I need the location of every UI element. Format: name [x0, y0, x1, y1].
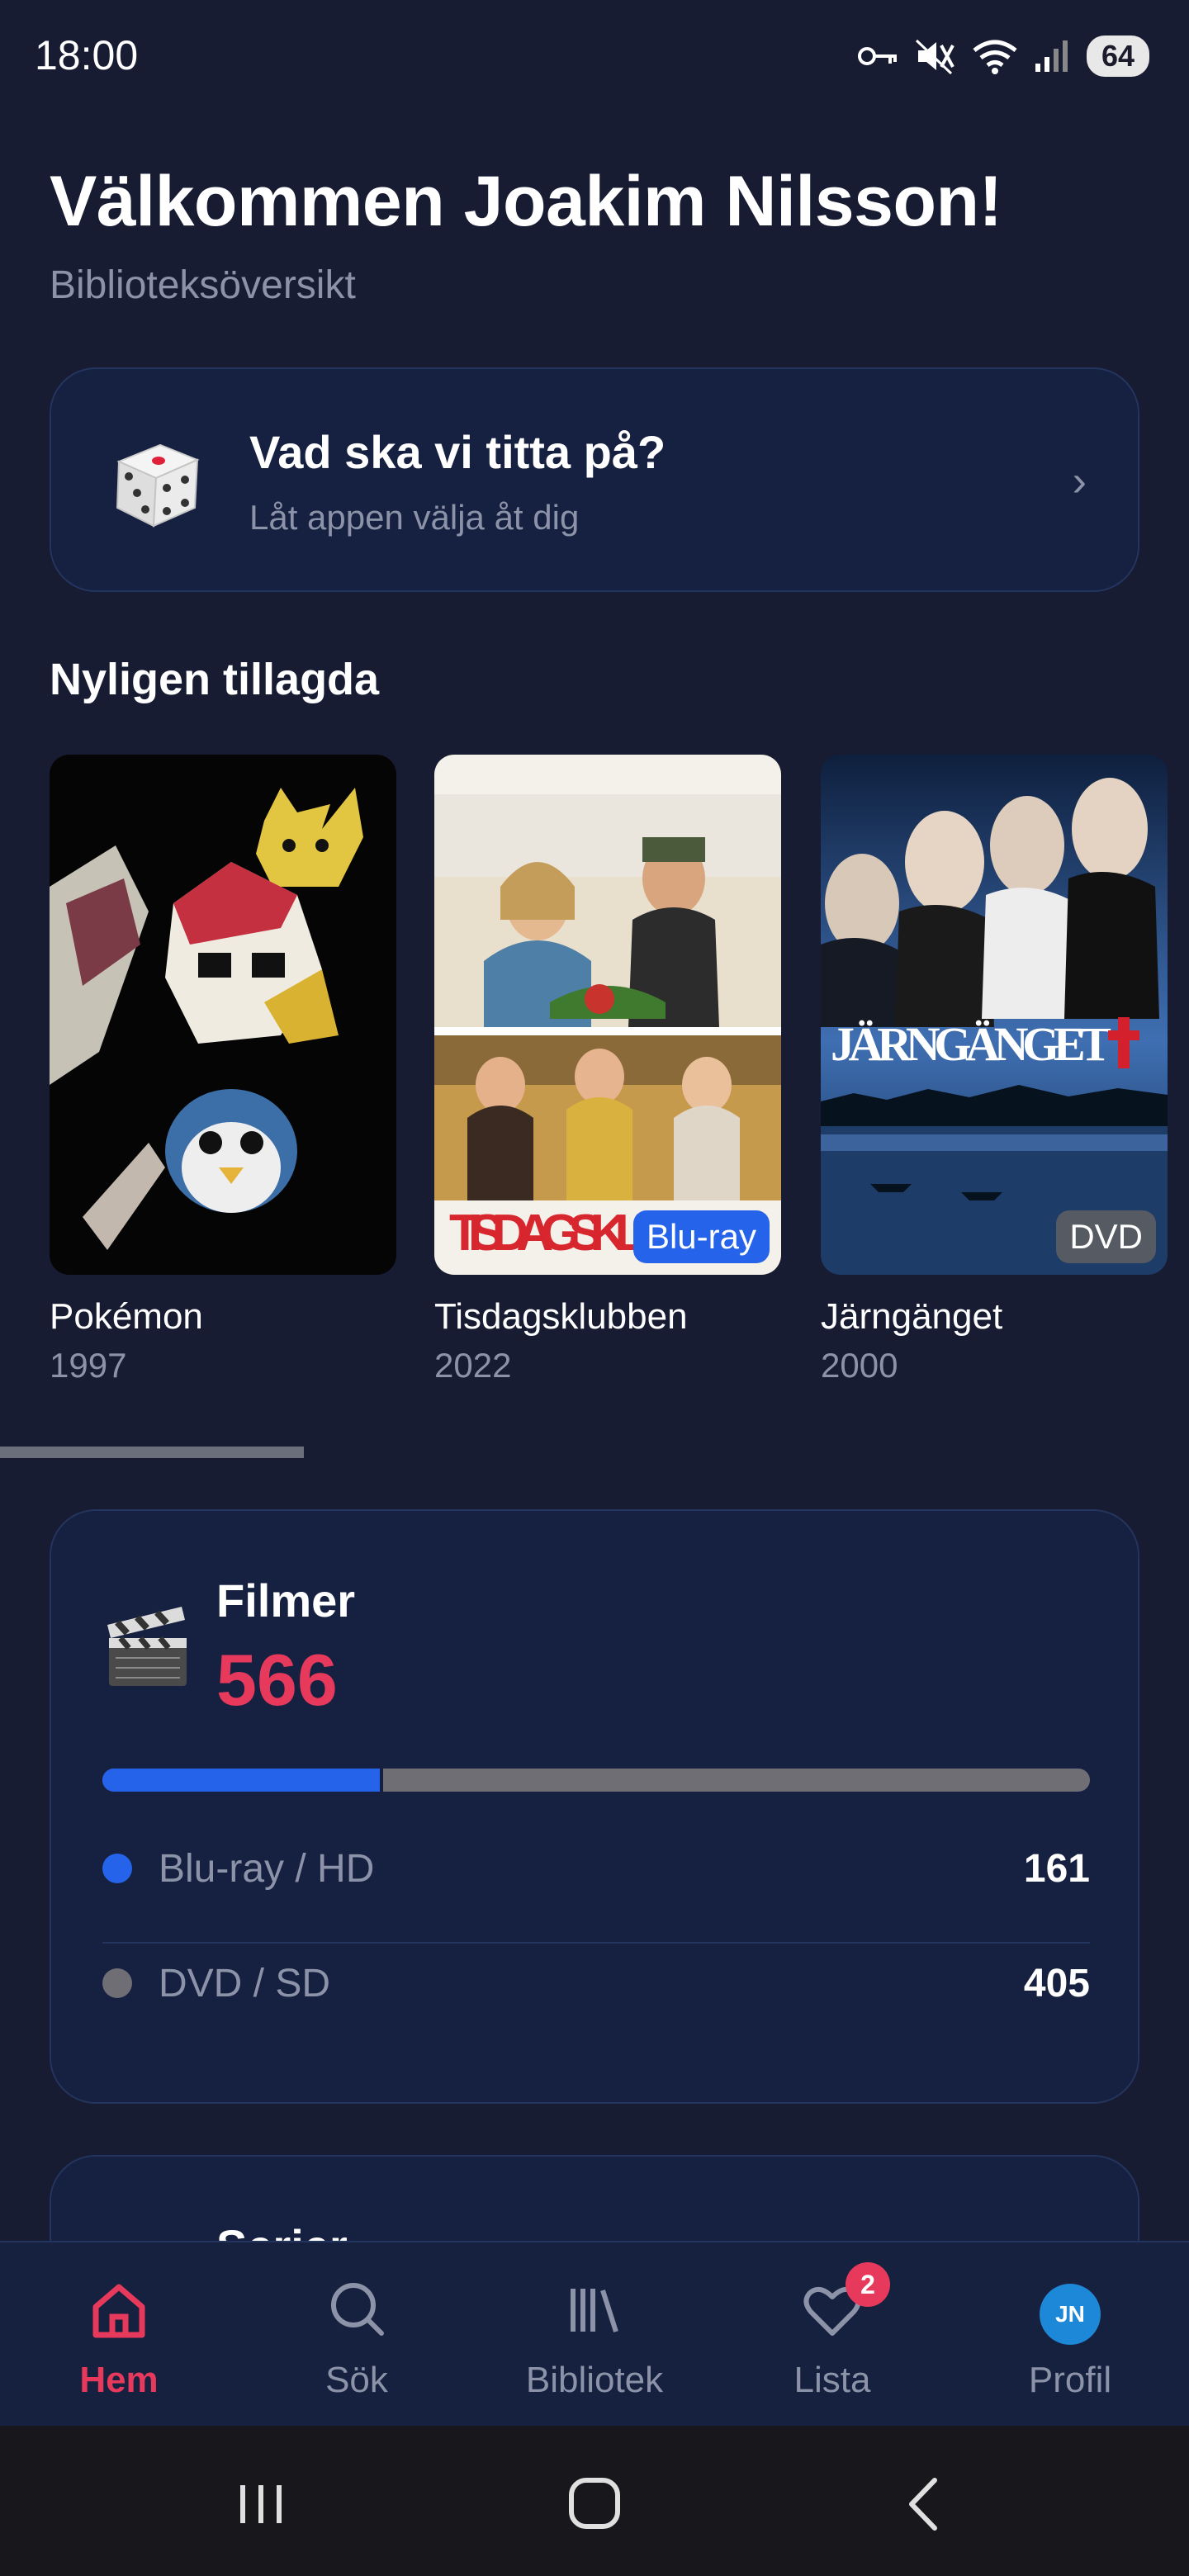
format-badge: DVD	[1056, 1210, 1156, 1263]
page-title: Välkommen Joakim Nilsson!	[50, 162, 1002, 241]
movie-title: Järngänget	[821, 1296, 1003, 1337]
movie-poster	[50, 755, 396, 1275]
key-icon	[857, 47, 897, 65]
battery-indicator: 64	[1086, 36, 1149, 77]
home-button-icon[interactable]	[553, 2467, 636, 2541]
movie-card-jarnganget[interactable]: JÄRNGÄNGET DVD Järngänget 2000	[821, 755, 1168, 1385]
system-navigation-bar	[0, 2426, 1189, 2576]
search-icon	[331, 2283, 384, 2336]
list-count-badge: 2	[846, 2262, 890, 2307]
avatar: JN	[1040, 2284, 1101, 2345]
random-pick-title: Vad ska vi titta på?	[249, 426, 666, 478]
movie-year: 1997	[50, 1346, 127, 1385]
dvd-dot	[102, 1968, 132, 1998]
recent-section-title: Nyligen tillagda	[50, 655, 380, 704]
random-pick-card[interactable]: Vad ska vi titta på? Låt appen välja åt …	[50, 367, 1139, 592]
movie-card-pokemon[interactable]: Pokémon 1997	[50, 755, 396, 1385]
stat-row-dvd: DVD / SD 405	[102, 1950, 1090, 2016]
page-subtitle: Biblioteksöversikt	[50, 263, 356, 307]
library-icon	[571, 2289, 618, 2332]
films-label: Filmer	[216, 1574, 356, 1627]
stat-label: DVD / SD	[159, 1961, 331, 2005]
bottom-navigation: Hem Sök Bibliotek 2 Lista JN Profil	[0, 2241, 1189, 2426]
nav-item-home[interactable]: Hem	[0, 2242, 238, 2427]
movie-year: 2022	[434, 1346, 512, 1385]
random-pick-subtitle: Låt appen välja åt dig	[249, 498, 580, 537]
chevron-right-icon: ›	[1072, 457, 1087, 505]
mute-icon	[915, 39, 955, 75]
poster-tisdagsklubben-image: TISDAGSKLUBBEN	[434, 755, 781, 1275]
wifi-icon	[973, 40, 1017, 74]
clapperboard-icon	[107, 1607, 187, 1686]
home-icon	[92, 2284, 145, 2338]
movie-card-tisdagsklubben[interactable]: TISDAGSKLUBBEN Blu-ray Tisdagsklubben 20…	[434, 755, 781, 1385]
movie-year: 2000	[821, 1346, 898, 1385]
poster-pokemon-image	[50, 755, 396, 1275]
stat-label: Blu-ray / HD	[159, 1846, 375, 1891]
nav-item-profile[interactable]: JN Profil	[951, 2242, 1189, 2427]
carousel-scroll-indicator	[0, 1447, 304, 1458]
status-bar: 18:00 64	[0, 0, 1189, 107]
movie-poster: JÄRNGÄNGET DVD	[821, 755, 1168, 1275]
stat-value: 161	[1023, 1846, 1090, 1891]
format-progress-bar	[102, 1769, 1090, 1792]
back-icon[interactable]	[883, 2467, 966, 2541]
status-time: 18:00	[35, 32, 139, 78]
movie-title: Pokémon	[50, 1296, 203, 1337]
bluray-dot	[102, 1854, 132, 1883]
recent-carousel[interactable]: Pokémon 1997 TISDAGSKL Blu-ray Tisdagskl…	[50, 755, 1189, 1399]
stat-divider	[102, 1942, 1090, 1944]
nav-label: Sök	[325, 2360, 388, 2400]
movie-poster: TISDAGSKLUBBEN Blu-ray	[434, 755, 781, 1275]
signal-icon	[1035, 40, 1068, 72]
films-count: 566	[216, 1639, 338, 1721]
poster-title-text: JÄRNGÄNGET	[831, 1017, 1111, 1071]
nav-label: Bibliotek	[525, 2360, 664, 2400]
poster-jarnganget-image: JÄRNGÄNGET	[821, 755, 1168, 1275]
nav-item-list[interactable]: 2 Lista	[713, 2242, 951, 2427]
bluray-progress-fill	[102, 1769, 383, 1792]
nav-item-library[interactable]: Bibliotek	[476, 2242, 713, 2427]
nav-label: Hem	[79, 2360, 159, 2400]
nav-item-search[interactable]: Sök	[238, 2242, 476, 2427]
dice-icon	[116, 443, 200, 528]
format-badge: Blu-ray	[632, 1210, 770, 1263]
nav-label: Profil	[1028, 2360, 1112, 2400]
stat-row-bluray: Blu-ray / HD 161	[102, 1835, 1090, 1901]
nav-label: Lista	[793, 2360, 871, 2400]
stat-value: 405	[1023, 1961, 1090, 2005]
movie-title: Tisdagsklubben	[434, 1296, 688, 1337]
status-icons: 64	[857, 33, 1149, 79]
recent-apps-icon[interactable]	[220, 2467, 302, 2541]
films-stats-card[interactable]: Filmer 566 Blu-ray / HD 161 DVD / SD 405	[50, 1509, 1139, 2104]
